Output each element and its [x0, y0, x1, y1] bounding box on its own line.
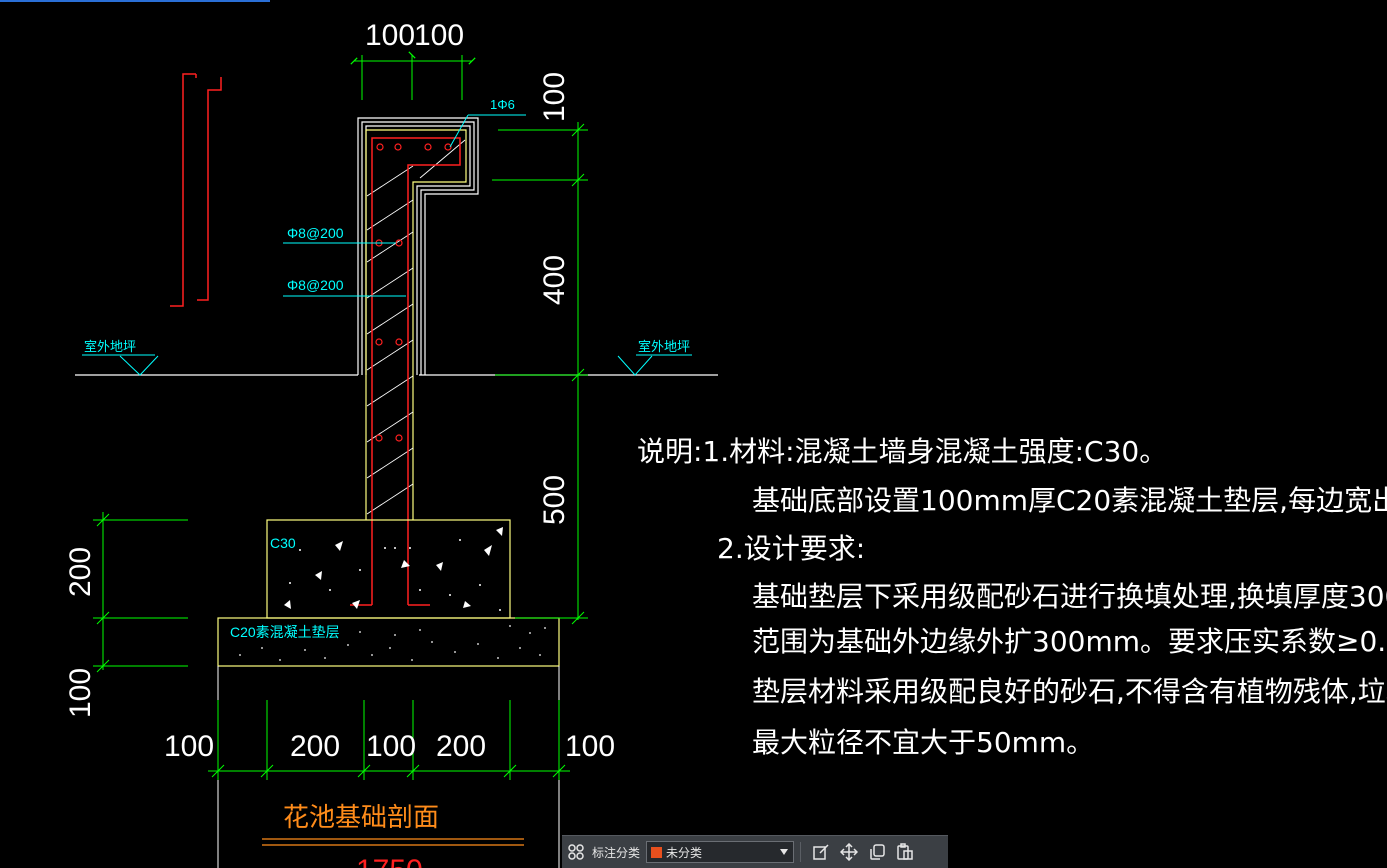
dim-right-wall: 400	[538, 255, 571, 305]
dim-left-footing: 200	[64, 547, 97, 597]
dim-right-cap: 100	[538, 72, 571, 122]
dim-bottom-4: 200	[436, 730, 486, 763]
note-line-7: 最大粒径不宜大于50mm。	[752, 726, 1094, 759]
ground-level-right-label: 室外地坪	[638, 339, 690, 354]
dim-left-pad: 100	[64, 668, 97, 718]
annotation-toolbar: 标注分类 未分类	[562, 835, 948, 868]
rebar-2-label: Φ8@200	[287, 277, 344, 293]
footing-aggregate	[284, 527, 503, 611]
dim-right-base: 500	[538, 475, 571, 525]
copy-icon[interactable]	[863, 838, 891, 866]
wall-hatch	[366, 139, 466, 515]
category-label: 标注分类	[592, 845, 641, 860]
dim-top-left: 100	[365, 19, 415, 52]
ground-level-right: 室外地坪	[617, 339, 692, 376]
move-icon[interactable]	[835, 838, 863, 866]
note-line-4: 基础垫层下采用级配砂石进行换填处理,换填厚度300mm,换填	[752, 580, 1387, 613]
dimension-top	[350, 51, 476, 100]
section-title: 花池基础剖面	[283, 802, 439, 832]
grid-icon[interactable]	[562, 838, 590, 866]
paste-icon[interactable]	[891, 838, 919, 866]
rebar-top-label: 1Φ6	[490, 97, 515, 112]
dim-bottom-2: 200	[290, 730, 340, 763]
note-line-6: 垫层材料采用级配良好的砂石,不得含有植物残体,垃圾等杂质,并且	[752, 675, 1387, 708]
dimension-left	[93, 512, 188, 673]
dim-bottom-3: 100	[366, 730, 416, 763]
cad-drawing-canvas[interactable]: 室外地坪 室外地坪 1Φ6 Φ8@200 Φ8@200 C30 C20素混凝土垫…	[0, 0, 1387, 868]
dim-bottom-1: 100	[164, 730, 214, 763]
category-value: 未分类	[666, 845, 703, 860]
elevation-symbol	[170, 73, 222, 307]
lower-boundary	[217, 666, 560, 868]
rebar-leader-top	[449, 114, 526, 148]
category-color-swatch	[651, 846, 663, 858]
ground-level-left: 室外地坪	[82, 339, 159, 376]
rebar-1-label: Φ8@200	[287, 225, 344, 241]
dimension-right	[492, 122, 588, 625]
category-select[interactable]: 未分类	[646, 841, 795, 863]
note-line-2: 基础底部设置100mm厚C20素混凝土垫层,每边宽出100mm。	[752, 484, 1387, 517]
dim-top-right: 100	[414, 19, 464, 52]
note-line-5: 范围为基础外边缘外扩300mm。要求压实系数≥0.93。	[752, 625, 1387, 658]
chevron-down-icon	[779, 845, 789, 859]
ground-level-left-label: 室外地坪	[84, 339, 136, 354]
note-line-1: 说明:1.材料:混凝土墙身混凝土强度:C30。	[637, 435, 1167, 468]
pad-material-label: C20素混凝土垫层	[230, 624, 340, 640]
toolbar-separator	[800, 842, 802, 862]
edit-icon[interactable]	[807, 838, 835, 866]
dim-bottom-5: 100	[565, 730, 615, 763]
note-line-3: 2.设计要求:	[717, 532, 865, 565]
dim-overall: 1750	[356, 854, 423, 868]
footing	[266, 519, 511, 619]
section-title-underline	[262, 838, 524, 846]
footing-material-label: C30	[270, 535, 296, 551]
